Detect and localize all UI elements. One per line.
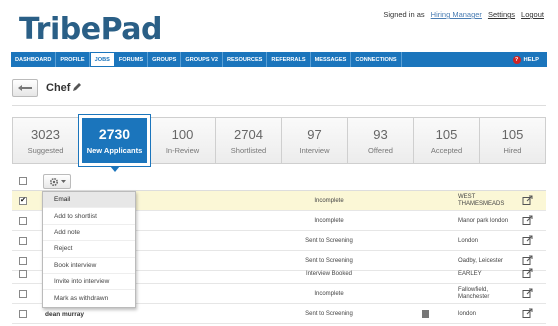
user-link[interactable]: Hiring Manager xyxy=(431,10,482,19)
stat-label: Suggested xyxy=(27,145,64,155)
pencil-icon[interactable] xyxy=(72,82,82,92)
stat-new-applicants[interactable]: 2730 New Applicants xyxy=(78,114,151,172)
stat-offered[interactable]: 93 Offered xyxy=(348,118,414,163)
stat-number: 97 xyxy=(307,126,322,142)
stat-label: Offered xyxy=(368,145,393,155)
stat-accepted[interactable]: 105 Accepted xyxy=(414,118,480,163)
stat-number: 105 xyxy=(501,126,524,142)
nav-forums[interactable]: FORUMS xyxy=(115,52,149,67)
row-location: Manor park london xyxy=(458,218,509,224)
row-location: london xyxy=(458,311,477,317)
table-toolbar xyxy=(12,171,546,191)
menu-item-reject[interactable]: Reject xyxy=(43,241,135,258)
back-button[interactable] xyxy=(12,79,38,97)
menu-item-email[interactable]: Email xyxy=(43,192,135,209)
stat-number: 105 xyxy=(435,126,458,142)
stat-number: 2730 xyxy=(98,126,131,142)
external-link-icon[interactable] xyxy=(522,235,533,246)
job-title: Chef xyxy=(46,82,71,94)
row-checkbox[interactable] xyxy=(19,310,27,318)
help-button[interactable]: ? HELP xyxy=(512,52,547,67)
divider xyxy=(12,105,546,106)
row-status: Incomplete xyxy=(314,218,344,224)
external-link-icon[interactable] xyxy=(522,268,533,279)
external-link-icon[interactable] xyxy=(522,215,533,226)
row-location: London xyxy=(458,238,479,244)
user-bar: Signed in as Hiring Manager Settings Log… xyxy=(383,10,544,19)
signed-in-label: Signed in as xyxy=(383,10,425,19)
pipeline-stats: 3023 Suggested 2730 New Applicants 100 In-R… xyxy=(12,114,546,172)
nav-groups[interactable]: GROUPS xyxy=(148,52,182,67)
row-checkbox[interactable]: ✔ xyxy=(19,197,27,205)
row-location: Fallowfield, Manchester xyxy=(458,287,490,300)
actions-dropdown: Email Add to shortlist Add note Reject B… xyxy=(42,191,136,308)
row-status: Sent to Screening xyxy=(305,311,353,317)
nav-referrals[interactable]: REFERRALS xyxy=(267,52,311,67)
menu-item-book-interview[interactable]: Book interview xyxy=(43,258,135,274)
actions-button[interactable] xyxy=(43,174,71,189)
nav-connections[interactable]: CONNECTIONS xyxy=(351,52,402,67)
menu-item-add-to-shortlist[interactable]: Add to shortlist xyxy=(43,208,135,225)
row-status: Incomplete xyxy=(314,291,344,297)
external-link-icon[interactable] xyxy=(522,308,533,319)
menu-item-invite-into-interview[interactable]: Invite into interview xyxy=(43,274,135,291)
gear-icon xyxy=(49,177,58,186)
chevron-down-icon xyxy=(60,179,66,183)
stat-number: 100 xyxy=(171,126,194,142)
tribepad-logo[interactable]: TribePad xyxy=(19,12,162,47)
stat-label: Shortlisted xyxy=(230,145,267,155)
row-checkbox[interactable] xyxy=(19,290,27,298)
settings-link[interactable]: Settings xyxy=(488,10,515,19)
nav-messages[interactable]: MESSAGES xyxy=(311,52,352,67)
stat-shortlisted[interactable]: 2704 Shortlisted xyxy=(216,118,282,163)
stat-number: 2704 xyxy=(234,126,263,142)
stat-label: In-Review xyxy=(165,145,200,155)
logout-link[interactable]: Logout xyxy=(521,10,544,19)
stat-number: 3023 xyxy=(31,126,60,142)
stat-label: Accepted xyxy=(430,145,463,155)
help-icon: ? xyxy=(512,55,521,64)
nav-dashboard[interactable]: DASHBOARD xyxy=(11,52,57,67)
stat-label: New Applicants xyxy=(86,146,143,155)
stat-interview[interactable]: 97 Interview xyxy=(282,118,348,163)
row-status: Interview Booked xyxy=(305,271,353,277)
stat-suggested[interactable]: 3023 Suggested xyxy=(13,118,79,163)
stat-label: Hired xyxy=(503,145,522,155)
row-status: Incomplete xyxy=(314,198,344,204)
external-link-icon[interactable] xyxy=(522,195,533,206)
nav-jobs[interactable]: JOBS xyxy=(89,52,115,67)
nav-groups-v2[interactable]: GROUPS V2 xyxy=(181,52,223,67)
main-nav: DASHBOARD PROFILE JOBS FORUMS GROUPS GRO… xyxy=(11,52,547,67)
row-location: WEST THAMESMEADS xyxy=(458,194,505,207)
row-checkbox[interactable] xyxy=(19,237,27,245)
nav-profile[interactable]: PROFILE xyxy=(56,52,90,67)
row-name[interactable]: dean murray xyxy=(45,311,84,318)
menu-item-add-note[interactable]: Add note xyxy=(43,225,135,242)
note-icon[interactable] xyxy=(422,310,429,318)
back-arrow-icon xyxy=(18,85,32,91)
nav-resources[interactable]: RESOURCES xyxy=(223,52,268,67)
menu-item-mark-as-withdrawn[interactable]: Mark as withdrawn xyxy=(43,290,135,306)
row-status: Sent to Screening xyxy=(305,238,353,244)
select-all-checkbox[interactable] xyxy=(19,177,27,185)
stat-hired[interactable]: 105 Hired xyxy=(480,118,545,163)
help-label: HELP xyxy=(523,56,539,63)
stat-in-review[interactable]: 100 In-Review xyxy=(150,118,216,163)
row-location: EARLEY xyxy=(458,271,482,277)
stat-number: 93 xyxy=(373,126,388,142)
stat-label: Interview xyxy=(299,145,330,155)
row-checkbox[interactable] xyxy=(19,270,27,278)
external-link-icon[interactable] xyxy=(522,288,533,299)
row-checkbox[interactable] xyxy=(19,217,27,225)
